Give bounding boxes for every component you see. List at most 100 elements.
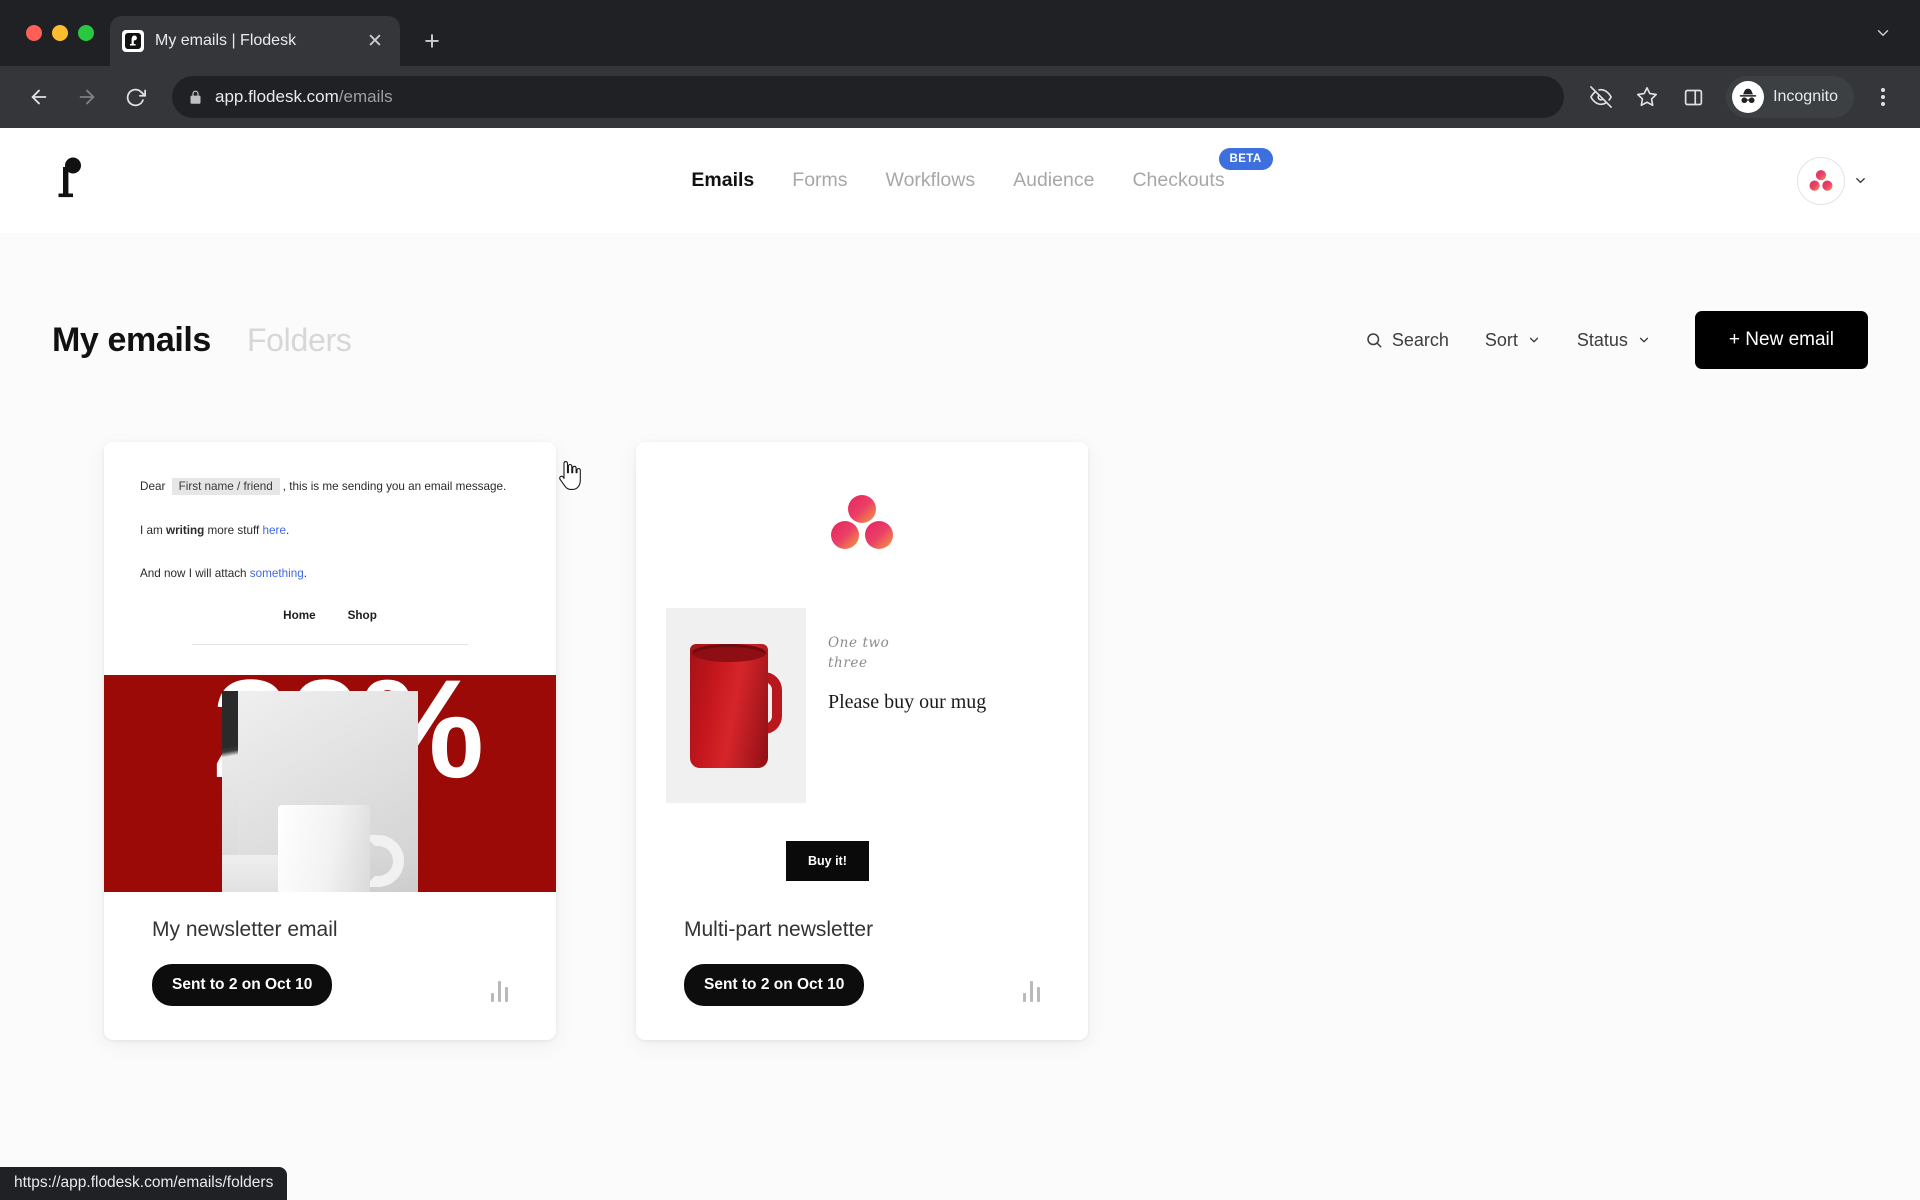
- email-preview[interactable]: One two three Please buy our mug Buy it!: [636, 442, 1088, 892]
- tab-folders[interactable]: Folders: [247, 322, 352, 359]
- email-card-footer: Multi-part newsletter Sent to 2 on Oct 1…: [636, 892, 1088, 1040]
- email-card-meta: Sent to 2 on Oct 10: [152, 964, 508, 1006]
- maximize-window-button[interactable]: [78, 25, 94, 41]
- preview-line-2-mid: more stuff: [204, 523, 263, 537]
- nav-item-emails[interactable]: Emails: [691, 169, 754, 192]
- address-bar[interactable]: app.flodesk.com/emails: [172, 76, 1565, 118]
- preview-nav-home[interactable]: Home: [283, 609, 315, 622]
- page-header: My emails Folders Search Sort Status + N…: [52, 233, 1868, 369]
- search-label: Search: [1391, 329, 1449, 350]
- preview-line-2-post: .: [285, 523, 290, 537]
- preview-nav-shop[interactable]: Shop: [348, 609, 377, 622]
- star-icon[interactable]: [1626, 76, 1668, 118]
- email-preview[interactable]: Dear First name / friend, this is me sen…: [104, 442, 556, 892]
- sort-label: Sort: [1484, 329, 1518, 350]
- page-content: My emails Folders Search Sort Status + N…: [0, 233, 1920, 1040]
- incognito-icon: [1732, 81, 1765, 113]
- url-text: app.flodesk.com/emails: [215, 87, 393, 107]
- status-dropdown[interactable]: Status: [1559, 322, 1669, 359]
- preview-banner: 20%: [104, 674, 556, 892]
- kebab-menu-icon[interactable]: [1864, 76, 1902, 118]
- flodesk-logo[interactable]: [52, 156, 86, 206]
- preview-line-2-bold: writing: [165, 523, 205, 537]
- nav-item-workflows[interactable]: Workflows: [886, 169, 976, 192]
- page-viewport: Emails Forms Workflows Audience Checkout…: [0, 128, 1920, 1200]
- flodesk-f-favicon: [122, 30, 144, 52]
- email-card-title: Multi-part newsletter: [684, 918, 874, 941]
- banner-product-photo: [222, 690, 418, 892]
- email-card[interactable]: One two three Please buy our mug Buy it!…: [636, 442, 1088, 1040]
- window-traffic-lights: [18, 0, 110, 66]
- chevron-down-icon: [1637, 333, 1651, 347]
- close-window-button[interactable]: [26, 25, 42, 41]
- status-label: Status: [1576, 329, 1628, 350]
- close-icon[interactable]: ✕: [362, 28, 388, 54]
- search-button[interactable]: Search: [1347, 322, 1467, 359]
- preview-link-something[interactable]: something: [250, 567, 304, 580]
- newsletter-preview-body: Dear First name / friend, this is me sen…: [104, 442, 556, 645]
- beta-badge: BETA: [1218, 148, 1273, 170]
- preview-line-1: Dear First name / friend, this is me sen…: [140, 478, 520, 496]
- preview-nav: Home Shop: [140, 609, 520, 622]
- mug-rim: [692, 643, 766, 662]
- red-mug-graphic: [690, 643, 782, 768]
- product-row: One two three Please buy our mug: [636, 608, 1088, 803]
- preview-line-3: And now I will attach something.: [140, 565, 520, 583]
- product-copy: One two three Please buy our mug: [828, 608, 1058, 803]
- eye-slash-icon[interactable]: [1580, 76, 1622, 118]
- preview-line-2-pre: I am: [140, 523, 166, 537]
- avatar[interactable]: [1797, 156, 1845, 205]
- product-script-line-2: three: [828, 654, 868, 671]
- browser-tab[interactable]: My emails | Flodesk ✕: [110, 16, 400, 66]
- email-card-meta: Sent to 2 on Oct 10: [684, 964, 1040, 1006]
- status-badge[interactable]: Sent to 2 on Oct 10: [684, 964, 865, 1006]
- mug-body: [690, 643, 768, 768]
- product-preview-body: One two three Please buy our mug Buy it!: [636, 442, 1088, 892]
- link-status-bar: https://app.flodesk.com/emails/folders: [0, 1167, 288, 1200]
- incognito-profile-button[interactable]: Incognito: [1726, 76, 1854, 118]
- nav-item-checkouts[interactable]: Checkouts BETA: [1132, 148, 1273, 192]
- minimize-window-button[interactable]: [52, 25, 68, 41]
- tab-strip: My emails | Flodesk ✕ +: [0, 0, 1920, 66]
- bar-chart-icon[interactable]: [490, 981, 508, 1006]
- main-nav: Emails Forms Workflows Audience Checkout…: [0, 148, 1920, 192]
- page-toolbar: Search Sort Status + New email: [1347, 311, 1868, 369]
- red-mug-photo: [666, 608, 806, 803]
- side-panel-icon[interactable]: [1672, 76, 1714, 118]
- email-card-grid: Dear First name / friend, this is me sen…: [52, 369, 1868, 1040]
- flodesk-three-dots-logo: [636, 494, 1088, 550]
- lock-icon: [188, 90, 203, 105]
- new-tab-button[interactable]: +: [414, 23, 450, 59]
- chevron-down-icon: [1527, 333, 1541, 347]
- preview-link-here[interactable]: here: [263, 524, 286, 537]
- sort-dropdown[interactable]: Sort: [1467, 322, 1559, 359]
- account-menu[interactable]: [1797, 156, 1868, 205]
- chevron-down-icon[interactable]: [1866, 16, 1900, 50]
- nav-item-forms[interactable]: Forms: [792, 169, 847, 192]
- nav-item-checkouts-label: Checkouts: [1132, 169, 1225, 191]
- preview-line-1-pre: Dear: [140, 480, 166, 493]
- tab-title: My emails | Flodesk: [155, 32, 297, 49]
- email-card[interactable]: Dear First name / friend, this is me sen…: [104, 442, 556, 1040]
- status-badge[interactable]: Sent to 2 on Oct 10: [152, 964, 333, 1006]
- new-email-button[interactable]: + New email: [1694, 311, 1868, 369]
- url-domain: app.flodesk.com: [215, 87, 339, 106]
- toolbar-actions: [1580, 76, 1714, 118]
- search-icon: [1365, 331, 1383, 349]
- product-headline: Please buy our mug: [828, 691, 987, 714]
- back-arrow-icon[interactable]: [18, 76, 60, 118]
- nav-item-audience[interactable]: Audience: [1013, 169, 1094, 192]
- reload-icon[interactable]: [114, 76, 156, 118]
- preview-line-2: I am writing more stuff here.: [140, 522, 520, 540]
- product-script-line-1: One two: [828, 635, 890, 651]
- bar-chart-icon[interactable]: [1022, 981, 1040, 1006]
- merge-tag: First name / friend: [171, 478, 280, 495]
- page-title: My emails: [52, 320, 211, 359]
- app-navigation-bar: Emails Forms Workflows Audience Checkout…: [0, 128, 1920, 233]
- buy-it-button[interactable]: Buy it!: [786, 841, 869, 881]
- browser-toolbar: app.flodesk.com/emails Incognito: [0, 66, 1920, 128]
- chevron-down-icon[interactable]: [1853, 173, 1868, 188]
- url-path: /emails: [338, 87, 393, 106]
- preview-line-1-post: , this is me sending you an email messag…: [282, 480, 507, 493]
- email-card-title: My newsletter email: [152, 918, 338, 941]
